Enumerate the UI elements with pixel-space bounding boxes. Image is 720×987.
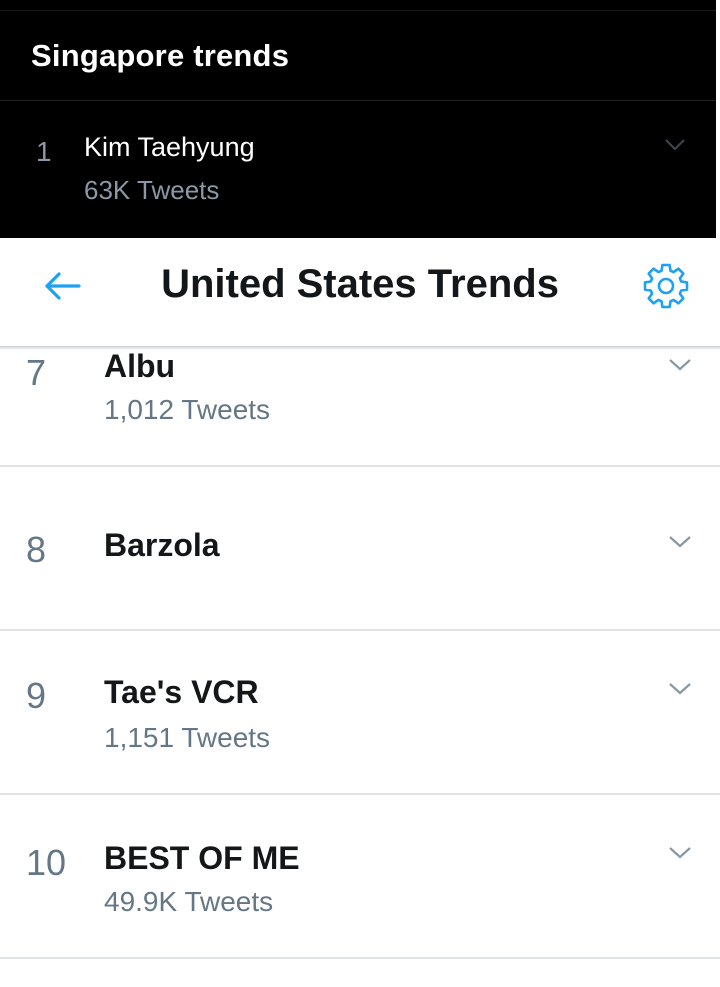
trend-name[interactable]: Kim Taehyung	[84, 132, 255, 163]
page-title: United States Trends	[161, 262, 559, 306]
trend-name[interactable]: Tae's VCR	[104, 674, 259, 711]
chevron-down-icon[interactable]	[668, 358, 692, 372]
trend-rank: 1	[36, 136, 52, 167]
divider	[0, 10, 716, 11]
trend-tweet-count: 63K Tweets	[84, 175, 220, 205]
trend-name[interactable]: Barzola	[104, 527, 220, 564]
trend-name[interactable]: Albu	[104, 348, 175, 385]
chevron-down-icon[interactable]	[664, 138, 686, 152]
singapore-trends-panel: Singapore trends 1 Kim Taehyung 63K Twee…	[0, 0, 716, 238]
trend-rank: 10	[26, 842, 67, 883]
singapore-trends-title: Singapore trends	[31, 38, 290, 73]
trend-tweet-count: 1,012 Tweets	[104, 394, 271, 425]
divider	[0, 100, 716, 101]
trend-item-taes-vcr[interactable]: 9 Tae's VCR 1,151 Tweets	[0, 631, 720, 793]
chevron-down-icon[interactable]	[668, 846, 692, 860]
trend-tweet-count: 1,151 Tweets	[104, 722, 271, 753]
gear-icon	[643, 263, 689, 309]
trend-rank: 8	[26, 529, 47, 570]
trend-item-albu[interactable]: 7 Albu 1,012 Tweets	[0, 348, 720, 465]
trend-rank: 9	[26, 675, 47, 716]
divider	[0, 957, 720, 959]
trend-item-best-of-me[interactable]: 10 BEST OF ME 49.9K Tweets	[0, 795, 720, 957]
settings-button[interactable]	[640, 260, 692, 312]
trend-name[interactable]: BEST OF ME	[104, 840, 300, 877]
trend-item-barzola[interactable]: 8 Barzola	[0, 467, 720, 629]
trend-rank: 7	[26, 352, 47, 393]
trend-tweet-count: 49.9K Tweets	[104, 886, 274, 917]
chevron-down-icon[interactable]	[668, 682, 692, 696]
chevron-down-icon[interactable]	[668, 535, 692, 549]
